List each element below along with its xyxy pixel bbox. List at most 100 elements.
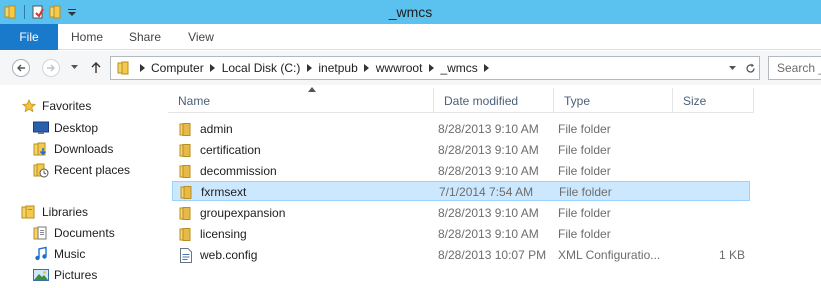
file-name: admin xyxy=(200,122,233,136)
breadcrumb-wwwroot[interactable]: wwwroot xyxy=(374,61,425,75)
file-type: File folder xyxy=(558,143,611,157)
file-name: fxrmsext xyxy=(201,185,247,199)
address-row: Computer Local Disk (C:) inetpub wwwroot… xyxy=(0,51,821,85)
up-arrow-icon xyxy=(91,62,101,73)
file-name: decommission xyxy=(200,164,277,178)
name-cell: licensing xyxy=(178,224,247,244)
nav-music[interactable]: Music xyxy=(32,244,85,264)
libraries-icon xyxy=(20,203,38,221)
nav-desktop-label: Desktop xyxy=(54,121,99,135)
nav-documents[interactable]: Documents xyxy=(32,223,115,243)
chevron-right-icon[interactable] xyxy=(424,57,438,79)
search-placeholder: Search _wmcs xyxy=(777,61,821,75)
file-size xyxy=(677,203,745,223)
name-cell: admin xyxy=(178,119,233,139)
list-item[interactable]: admin 8/28/2013 9:10 AM File folder xyxy=(172,119,750,139)
chevron-down-icon xyxy=(728,66,736,70)
chevron-down-icon xyxy=(70,65,78,69)
tab-view[interactable]: View xyxy=(172,24,230,50)
back-button[interactable] xyxy=(12,59,30,77)
column-header-size[interactable]: Size xyxy=(673,88,754,113)
window-title: _wmcs xyxy=(388,4,433,20)
documents-icon xyxy=(32,224,50,242)
nav-recent-places[interactable]: Recent places xyxy=(32,160,130,180)
nav-downloads[interactable]: Downloads xyxy=(32,139,113,159)
pictures-icon xyxy=(32,266,50,284)
date-modified: 8/28/2013 9:10 AM xyxy=(438,206,539,220)
list-item[interactable]: web.config 8/28/2013 10:07 PM XML Config… xyxy=(172,245,750,265)
column-header-type[interactable]: Type xyxy=(554,88,673,113)
date-modified: 8/28/2013 9:10 AM xyxy=(438,227,539,241)
column-header-name[interactable]: Name xyxy=(168,88,434,113)
folder-icon xyxy=(179,184,195,200)
column-header-row: Name Date modified Type Size xyxy=(168,87,754,113)
chevron-right-icon[interactable] xyxy=(360,57,374,79)
folder-icon xyxy=(178,163,194,179)
name-cell: groupexpansion xyxy=(178,203,285,223)
breadcrumb-computer[interactable]: Computer xyxy=(149,61,206,75)
folder-icon xyxy=(178,121,194,137)
chevron-right-icon[interactable] xyxy=(135,57,149,79)
column-header-date-modified[interactable]: Date modified xyxy=(434,88,554,113)
list-item[interactable]: certification 8/28/2013 9:10 AM File fol… xyxy=(172,140,750,160)
date-modified: 8/28/2013 9:10 AM xyxy=(438,164,539,178)
file-type: File folder xyxy=(558,122,611,136)
list-item[interactable]: decommission 8/28/2013 9:10 AM File fold… xyxy=(172,161,750,181)
nav-pictures-label: Pictures xyxy=(54,268,98,282)
nav-libraries[interactable]: Libraries xyxy=(20,202,88,222)
date-modified: 8/28/2013 10:07 PM xyxy=(438,248,547,262)
nav-pictures[interactable]: Pictures xyxy=(32,265,97,285)
file-size xyxy=(678,182,746,202)
breadcrumb-local-disk[interactable]: Local Disk (C:) xyxy=(220,61,303,75)
list-item-selected[interactable]: fxrmsext 7/1/2014 7:54 AM File folder xyxy=(172,181,750,201)
file-type: XML Configuratio... xyxy=(558,248,661,262)
tab-share[interactable]: Share xyxy=(116,24,174,50)
file-size xyxy=(677,140,745,160)
name-cell: fxrmsext xyxy=(179,182,246,202)
downloads-icon xyxy=(32,140,50,158)
navigation-pane: Favorites Desktop Downloads Recent place… xyxy=(0,86,160,288)
ribbon-tabs: File Home Share View xyxy=(0,24,821,50)
name-cell: certification xyxy=(178,140,261,160)
list-item[interactable]: groupexpansion 8/28/2013 9:10 AM File fo… xyxy=(172,203,750,223)
refresh-button[interactable] xyxy=(741,57,759,79)
back-arrow-icon xyxy=(17,64,25,72)
name-cell: web.config xyxy=(178,245,257,265)
file-type: File folder xyxy=(558,164,611,178)
chevron-right-icon[interactable] xyxy=(302,57,316,79)
tab-home[interactable]: Home xyxy=(58,24,116,50)
folder-icon xyxy=(178,205,194,221)
nav-documents-label: Documents xyxy=(54,226,115,240)
date-modified: 8/28/2013 9:10 AM xyxy=(438,143,539,157)
nav-libraries-label: Libraries xyxy=(42,205,89,219)
forward-arrow-icon xyxy=(47,64,55,72)
name-cell: decommission xyxy=(178,161,277,181)
up-button[interactable] xyxy=(88,59,104,77)
file-list: Name Date modified Type Size admin 8/28/… xyxy=(160,86,821,288)
folder-icon xyxy=(178,226,194,242)
file-type: File folder xyxy=(559,185,612,199)
refresh-icon xyxy=(745,63,755,73)
breadcrumb-wmcs[interactable]: _wmcs xyxy=(438,61,479,75)
title-bar: _wmcs xyxy=(0,0,821,24)
file-name: groupexpansion xyxy=(200,206,286,220)
list-item[interactable]: licensing 8/28/2013 9:10 AM File folder xyxy=(172,224,750,244)
address-bar[interactable]: Computer Local Disk (C:) inetpub wwwroot… xyxy=(110,56,760,80)
chevron-right-icon[interactable] xyxy=(206,57,220,79)
file-type: File folder xyxy=(558,206,611,220)
nav-favorites-label: Favorites xyxy=(42,99,92,113)
recent-locations-dropdown[interactable] xyxy=(70,63,78,71)
nav-favorites[interactable]: Favorites xyxy=(20,96,91,116)
nav-downloads-label: Downloads xyxy=(54,142,114,156)
nav-recent-places-label: Recent places xyxy=(54,163,131,177)
chevron-right-icon[interactable] xyxy=(480,57,494,79)
search-input[interactable]: Search _wmcs xyxy=(768,56,821,80)
forward-button[interactable] xyxy=(42,59,60,77)
date-modified: 7/1/2014 7:54 AM xyxy=(439,185,534,199)
address-history-dropdown[interactable] xyxy=(723,57,741,79)
file-size xyxy=(677,119,745,139)
tab-file[interactable]: File xyxy=(0,24,58,50)
nav-desktop[interactable]: Desktop xyxy=(32,118,98,138)
folder-icon xyxy=(178,142,194,158)
breadcrumb-inetpub[interactable]: inetpub xyxy=(316,61,359,75)
